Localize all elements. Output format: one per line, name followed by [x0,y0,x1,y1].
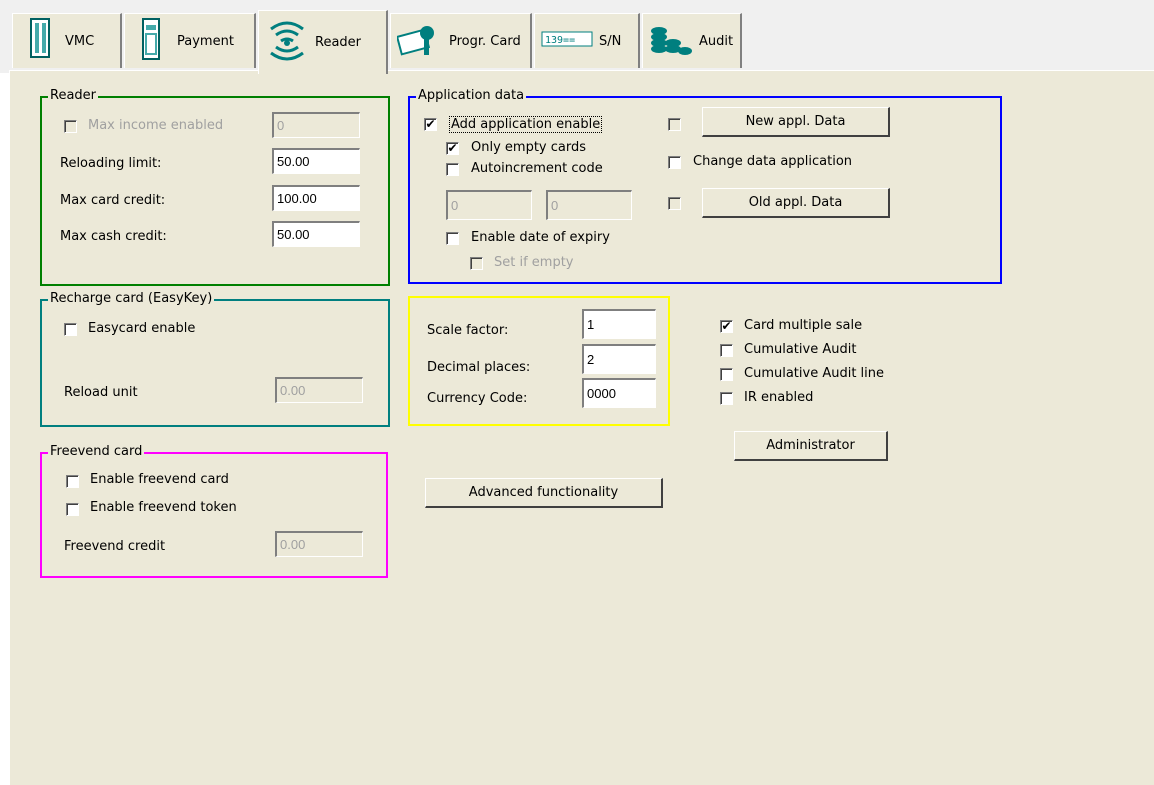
cumulative-audit-label: Cumulative Audit [744,342,857,357]
tab-reader[interactable]: Reader [258,10,388,74]
tab-vmc[interactable]: VMC [12,13,122,68]
decimal-places-field[interactable] [582,344,656,374]
tab-label: Audit [699,33,734,49]
tab-label: VMC [65,33,95,49]
wireless-reader-icon [265,19,309,67]
set-if-empty-checkbox[interactable] [470,257,483,270]
card-key-icon [395,19,443,63]
ir-enabled-checkbox[interactable] [720,392,733,405]
cumulative-audit-checkbox[interactable] [720,344,733,357]
max-card-credit-label: Max card credit: [60,193,166,208]
enable-freevend-card-checkbox[interactable] [66,475,79,488]
application-group-title: Application data [416,88,527,103]
freevend-credit-field[interactable] [275,531,363,557]
recharge-card-group: Recharge card (EasyKey) [40,291,390,427]
reader-settings-window: VMC Payment Reader Progr. Card 139== S/N… [0,0,1154,785]
coin-mech-icon [131,17,171,65]
max-cash-credit-label: Max cash credit: [60,229,167,244]
recharge-group-title: Recharge card (EasyKey) [48,291,215,306]
reader-group-title: Reader [48,88,99,103]
currency-code-field[interactable] [582,378,656,408]
change-data-application-label: Change data application [693,154,853,169]
card-multiple-sale-checkbox[interactable]: ✔ [720,320,733,333]
ir-enabled-label: IR enabled [744,390,814,405]
new-appl-data-checkbox[interactable] [668,118,681,131]
vending-machine-icon [19,17,59,65]
new-appl-data-button[interactable]: New appl. Data [702,107,890,137]
serial-number-icon: 139== [541,29,593,53]
freevend-credit-label: Freevend credit [64,539,166,554]
max-income-label: Max income enabled [88,118,224,133]
set-if-empty-label: Set if empty [494,255,574,270]
tab-audit[interactable]: Audit [642,13,742,68]
tab-strip: VMC Payment Reader Progr. Card 139== S/N… [0,0,1154,74]
code-field-a[interactable] [446,190,532,220]
enable-freevend-token-label: Enable freevend token [90,500,237,515]
add-application-enable-checkbox[interactable]: ✔ [424,118,437,131]
enable-freevend-card-label: Enable freevend card [90,472,229,487]
max-card-credit-field[interactable] [272,185,360,211]
freevend-group-title: Freevend card [48,444,145,459]
enable-date-expiry-checkbox[interactable] [446,232,459,245]
administrator-button[interactable]: Administrator [734,431,888,461]
tab-sn[interactable]: 139== S/N [534,13,640,68]
tab-label: Progr. Card [449,33,521,49]
card-multiple-sale-label: Card multiple sale [744,318,863,333]
coins-icon [649,19,693,63]
change-data-application-checkbox[interactable] [668,156,681,169]
code-field-b[interactable] [546,190,632,220]
cumulative-audit-line-label: Cumulative Audit line [744,366,885,381]
tab-label: Payment [177,33,234,49]
autoincrement-code-checkbox[interactable] [446,163,459,176]
reload-unit-field[interactable] [275,377,363,403]
old-appl-data-checkbox[interactable] [668,197,681,210]
currency-code-label: Currency Code: [427,391,528,406]
only-empty-cards-checkbox[interactable]: ✔ [446,142,459,155]
tab-payment[interactable]: Payment [124,13,256,68]
add-application-enable-label: Add application enable [449,116,603,133]
reload-unit-label: Reload unit [64,385,138,400]
svg-text:139==: 139== [545,35,575,46]
tab-progr-card[interactable]: Progr. Card [390,13,532,68]
autoincrement-code-label: Autoincrement code [471,161,603,176]
scale-factor-field[interactable] [582,309,656,339]
advanced-functionality-button[interactable]: Advanced functionality [425,478,663,508]
max-income-field[interactable] [272,112,360,138]
enable-date-expiry-label: Enable date of expiry [471,230,610,245]
reloading-limit-field[interactable] [272,148,360,174]
old-appl-data-button[interactable]: Old appl. Data [702,188,890,218]
cumulative-audit-line-checkbox[interactable] [720,368,733,381]
max-income-checkbox[interactable] [64,120,77,133]
reloading-limit-label: Reloading limit: [60,156,162,171]
enable-freevend-token-checkbox[interactable] [66,503,79,516]
easycard-enable-checkbox[interactable] [64,323,77,336]
only-empty-cards-label: Only empty cards [471,140,587,155]
tab-label: Reader [315,35,362,50]
decimal-places-label: Decimal places: [427,360,531,375]
scale-factor-label: Scale factor: [427,323,509,338]
easycard-enable-label: Easycard enable [88,321,196,336]
max-cash-credit-field[interactable] [272,221,360,247]
tab-label: S/N [599,33,622,49]
freevend-card-group: Freevend card [40,444,388,578]
